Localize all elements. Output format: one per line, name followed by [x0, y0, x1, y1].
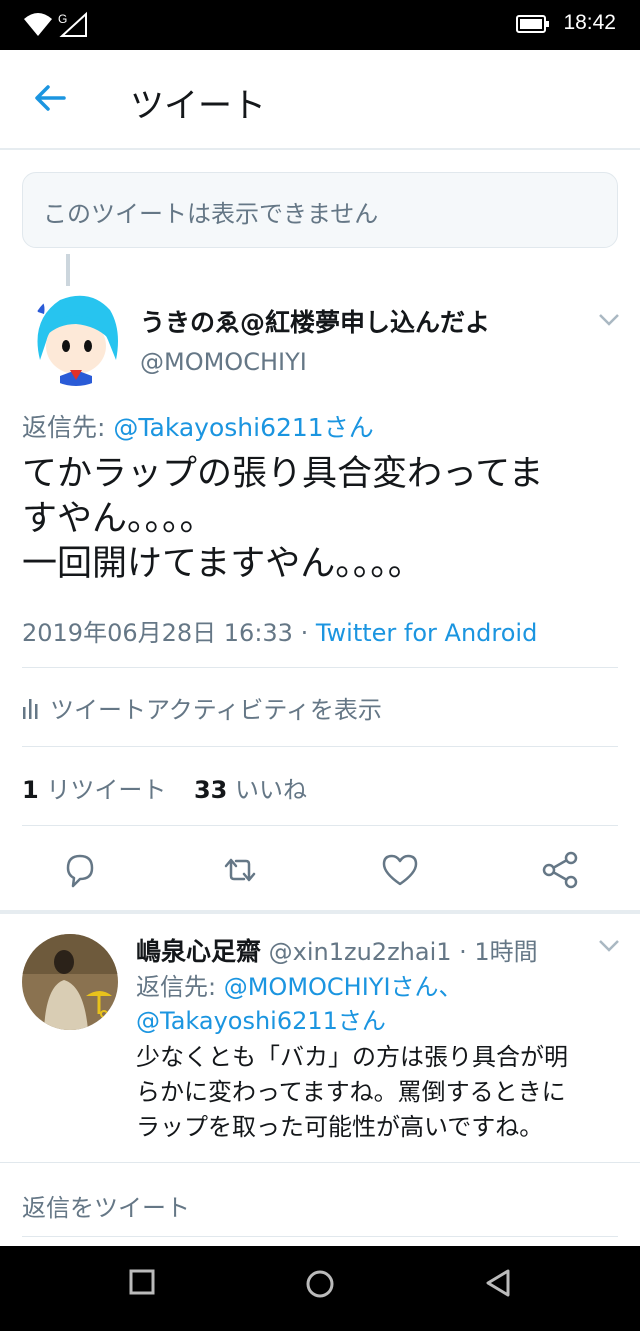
reply-handle-time[interactable]: @xin1zu2zhai1 · 1時間	[261, 938, 538, 966]
retweets-stat[interactable]: 1 リツイート	[22, 776, 166, 804]
bar-chart-icon	[22, 697, 40, 725]
divider	[22, 746, 618, 747]
retweet-count: 1	[22, 776, 39, 804]
thread-connector-line	[66, 254, 70, 286]
tweet-activity-label: ツイートアクティビティを表示	[50, 696, 382, 724]
reply-to-link[interactable]: @Takayoshi6211さん	[136, 1007, 386, 1035]
avatar[interactable]	[22, 934, 118, 1030]
chevron-down-icon[interactable]	[598, 312, 620, 331]
section-separator	[0, 910, 640, 914]
chevron-down-icon[interactable]	[598, 938, 620, 957]
triangle-back-icon[interactable]	[484, 1268, 512, 1302]
tweet-text-line: すやん。。。。	[22, 499, 215, 539]
author-name[interactable]: うきのゑ@紅楼夢申し込んだよ	[140, 303, 490, 339]
retweet-icon[interactable]	[218, 848, 262, 892]
like-icon[interactable]	[378, 848, 422, 892]
reply-to-prefix: 返信先:	[22, 413, 114, 442]
reply-compose-field[interactable]: 返信をツイート	[22, 1188, 190, 1223]
author-handle[interactable]: @MOMOCHIYI	[140, 348, 307, 376]
divider	[22, 825, 618, 826]
reply-text-line: らかに変わってますね。罵倒するときに	[136, 1078, 566, 1106]
reply-text: 少なくとも「バカ」の方は張り具合が明 らかに変わってますね。罵倒するときに ラッ…	[136, 1040, 626, 1145]
status-time: 18:42	[563, 11, 616, 34]
retweet-label: リツイート	[38, 776, 167, 804]
battery-icon	[516, 14, 550, 38]
system-nav-bar	[0, 1246, 640, 1331]
wifi-icon: G	[22, 10, 92, 44]
divider	[0, 1162, 640, 1163]
reply-to-link[interactable]: @Takayoshi6211さん	[113, 413, 373, 442]
reply-header: 嶋泉心足齋 @xin1zu2zhai1 · 1時間	[136, 932, 538, 968]
reply-author-name[interactable]: 嶋泉心足齋	[136, 937, 261, 966]
page-title: ツイート	[130, 86, 266, 126]
reply-reply-to-line: 返信先: @MOMOCHIYIさん、 @Takayoshi6211さん	[136, 970, 606, 1038]
share-icon[interactable]	[538, 848, 582, 892]
tweet-timestamp: 2019年06月28日 16:33 ·	[22, 619, 316, 647]
tweet-source-link[interactable]: Twitter for Android	[316, 619, 537, 647]
circle-home-icon[interactable]	[304, 1268, 336, 1304]
engagement-counts: 1 リツイート 33 いいね	[22, 770, 307, 805]
unavailable-tweet-notice: このツイートは表示できません	[22, 172, 618, 248]
reply-text-line: ラップを取った可能性が高いですね。	[136, 1113, 544, 1141]
tweet-meta: 2019年06月28日 16:33 · Twitter for Android	[22, 613, 537, 648]
reply-icon[interactable]	[58, 848, 102, 892]
tweet-text-line: てかラップの張り具合変わってま	[22, 454, 544, 494]
reply-text-line: 少なくとも「バカ」の方は張り具合が明	[136, 1043, 568, 1071]
arrow-left-icon[interactable]	[32, 80, 68, 120]
unavailable-tweet-text: このツイートは表示できません	[43, 200, 379, 228]
avatar[interactable]	[30, 290, 122, 386]
square-recents-icon[interactable]	[128, 1268, 156, 1300]
like-count: 33	[193, 776, 228, 804]
like-label: いいね	[227, 776, 308, 804]
status-bar: G 18:42	[0, 0, 640, 50]
tweet-text: てかラップの張り具合変わってま すやん。。。。 一回開けてますやん。。。。	[22, 452, 622, 587]
divider	[22, 667, 618, 668]
reply-to-link[interactable]: @MOMOCHIYIさん、	[224, 973, 463, 1001]
reply-to-line: 返信先: @Takayoshi6211さん	[22, 408, 374, 444]
likes-stat[interactable]: 33 いいね	[194, 776, 307, 804]
reply-to-prefix: 返信先:	[136, 973, 224, 1001]
tweet-activity-link[interactable]: ツイートアクティビティを表示	[22, 690, 382, 725]
tweet-text-line: 一回開けてますやん。。。。	[22, 544, 423, 584]
divider	[22, 1236, 618, 1237]
network-type-label: G	[58, 12, 67, 26]
app-bar: ツイート	[0, 50, 640, 150]
tweet-actions	[0, 848, 640, 896]
